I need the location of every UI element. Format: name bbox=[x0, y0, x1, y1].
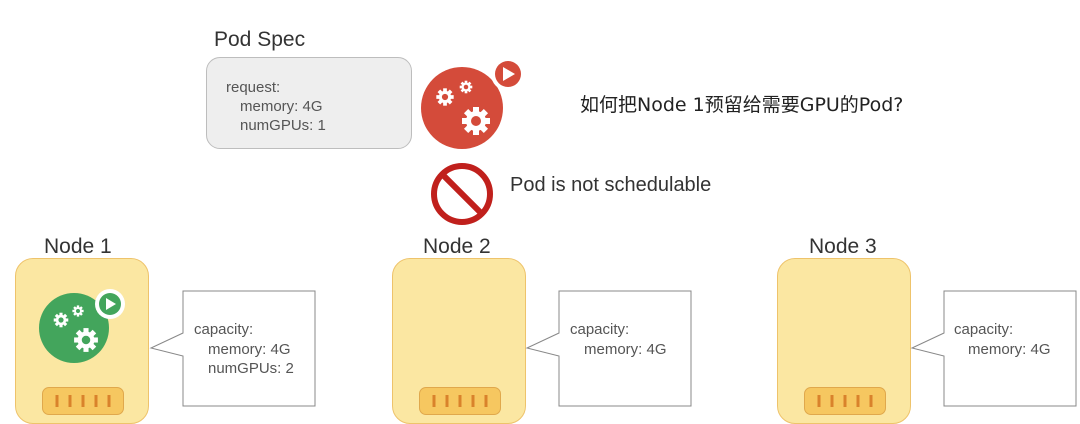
node-3-capacity-label: capacity: bbox=[954, 321, 1014, 338]
node-2-title: Node 2 bbox=[423, 235, 491, 258]
node-1-capacity-label: capacity: bbox=[194, 321, 254, 338]
node-1-title: Node 1 bbox=[44, 235, 112, 258]
status-text: Pod is not schedulable bbox=[510, 174, 712, 196]
node-1-capacity-memory: memory: 4G bbox=[208, 341, 291, 358]
prohibited-icon bbox=[431, 163, 493, 225]
node-1-capacity-gpus: numGPUs: 2 bbox=[208, 360, 294, 377]
node-2-port-pins bbox=[432, 395, 488, 407]
question-text: 如何把Node 1预留给需要GPU的Pod? bbox=[580, 94, 904, 116]
pod-spec-request-label: request: bbox=[226, 79, 281, 96]
node-2-capacity-label: capacity: bbox=[570, 321, 630, 338]
pod-spec-title: Pod Spec bbox=[214, 28, 306, 51]
node-3-title: Node 3 bbox=[809, 235, 877, 258]
pod-spec-gpus: numGPUs: 1 bbox=[240, 117, 326, 134]
pending-pod-gears-play-icon bbox=[421, 57, 525, 149]
node-3-port-pins bbox=[817, 395, 873, 407]
node-1-port-pins bbox=[55, 395, 111, 407]
running-pod-gears-play-icon bbox=[39, 289, 125, 363]
pod-spec-memory: memory: 4G bbox=[240, 98, 323, 115]
node-3-capacity-memory: memory: 4G bbox=[968, 341, 1051, 358]
node-2-capacity-memory: memory: 4G bbox=[584, 341, 667, 358]
